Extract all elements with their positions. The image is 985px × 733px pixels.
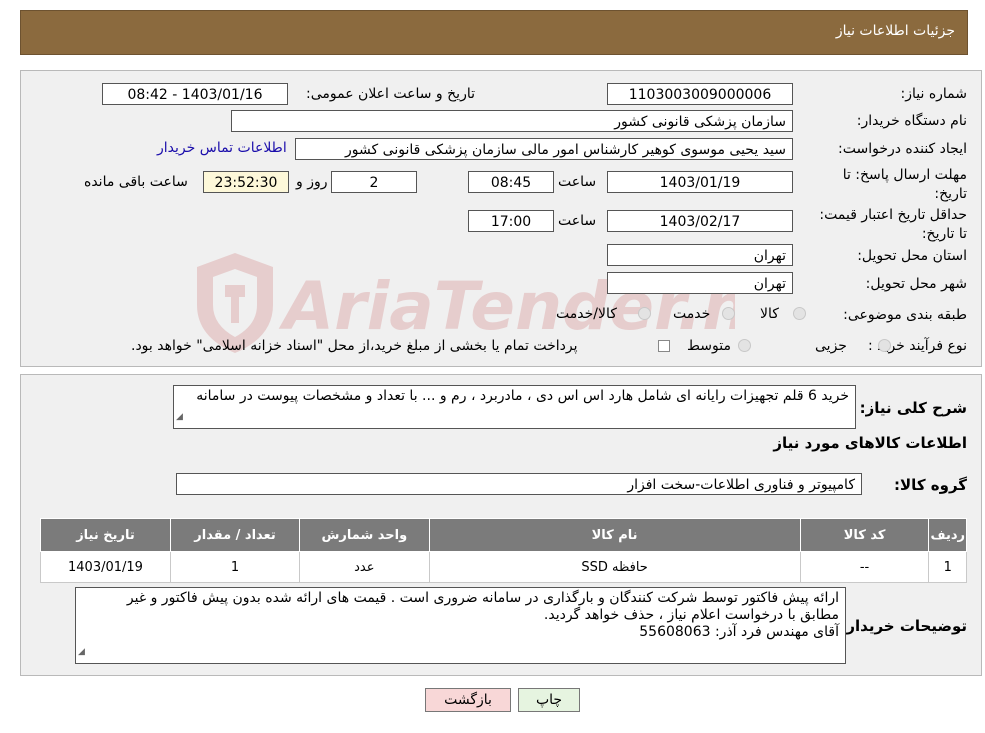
buyer-notes-line-1: ارائه پیش فاکتور توسط شرکت کنندگان و بار… xyxy=(126,590,839,606)
goods-group-label: گروه کالا: xyxy=(894,476,967,494)
category-option-goods: کالا xyxy=(760,306,779,322)
process-radio-minor[interactable] xyxy=(878,339,891,352)
announce-label: تاریخ و ساعت اعلان عمومی: xyxy=(306,86,475,102)
goods-table: ردیف کد کالا نام کالا واحد شمارش تعداد /… xyxy=(40,518,967,583)
process-radio-medium[interactable] xyxy=(738,339,751,352)
description-label: شرح کلی نیاز: xyxy=(859,399,967,417)
province-label: استان محل تحویل: xyxy=(857,248,967,264)
cell-goods-code: -- xyxy=(799,551,930,583)
category-radio-goods-service[interactable] xyxy=(638,307,651,320)
table-row: 1 -- حافظه SSD عدد 1 1403/01/19 xyxy=(40,551,967,583)
need-number-label: شماره نیاز: xyxy=(900,86,968,102)
col-row-number: ردیف xyxy=(928,518,967,552)
buyer-notes-label: توضیحات خریدار: xyxy=(840,617,967,635)
buyer-org-label: نام دستگاه خریدار: xyxy=(856,113,967,129)
cell-goods-name: حافظه SSD xyxy=(428,551,801,583)
col-need-date: تاریخ نیاز xyxy=(40,518,171,552)
process-note: پرداخت تمام یا بخشی از مبلغ خرید،از محل … xyxy=(131,338,578,354)
col-unit: واحد شمارش xyxy=(299,518,430,552)
back-button[interactable]: بازگشت xyxy=(425,688,511,712)
buyer-notes-line-2: مطابق با درخواست اعلام نیاز ، حذف خواهد … xyxy=(543,607,839,623)
cell-row-number: 1 xyxy=(928,551,967,583)
days-label: روز و xyxy=(296,174,328,190)
goods-group-field: کامپیوتر و فناوری اطلاعات-سخت افزار xyxy=(176,473,862,495)
category-option-service: خدمت xyxy=(673,306,711,322)
cell-unit: عدد xyxy=(299,551,430,583)
province-field: تهران xyxy=(607,244,793,266)
city-label: شهر محل تحویل: xyxy=(865,276,967,292)
category-option-goods-service: کالا/خدمت xyxy=(556,306,617,322)
days-field: 2 xyxy=(331,171,417,193)
buyer-org-field: سازمان پزشکی قانونی کشور xyxy=(231,110,793,132)
page-title: جزئیات اطلاعات نیاز xyxy=(835,23,955,39)
print-button[interactable]: چاپ xyxy=(518,688,580,712)
description-textarea: خرید 6 قلم تجهیزات رایانه ای شامل هارد ا… xyxy=(173,385,856,429)
resize-grip-icon[interactable]: ◢ xyxy=(176,409,183,426)
cell-need-date: 1403/01/19 xyxy=(40,551,171,583)
deadline-label: مهلت ارسال پاسخ: تا تاریخ: xyxy=(842,167,967,202)
remaining-label: ساعت باقی مانده xyxy=(84,174,188,190)
deadline-date-field: 1403/01/19 xyxy=(607,171,793,193)
announce-field: 1403/01/16 - 08:42 xyxy=(102,83,288,105)
category-radio-goods[interactable] xyxy=(793,307,806,320)
category-radio-service[interactable] xyxy=(722,307,735,320)
description-text: خرید 6 قلم تجهیزات رایانه ای شامل هارد ا… xyxy=(196,388,849,404)
col-goods-name: نام کالا xyxy=(428,518,801,552)
process-option-minor: جزیی xyxy=(815,338,847,354)
need-number-field: 1103003009000006 xyxy=(607,83,793,105)
requester-field: سید یحیی موسوی کوهیر کارشناس امور مالی س… xyxy=(295,138,793,160)
validity-label: حداقل تاریخ اعتبار قیمت: تا تاریخ: xyxy=(819,207,967,242)
page-header: جزئیات اطلاعات نیاز xyxy=(20,10,968,55)
cell-quantity: 1 xyxy=(169,551,301,583)
requester-label: ایجاد کننده درخواست: xyxy=(838,141,967,157)
col-quantity: تعداد / مقدار xyxy=(169,518,301,552)
treasury-checkbox[interactable] xyxy=(658,340,670,352)
buyer-notes-line-3: آقای مهندس فرد آذر: 55608063 xyxy=(639,624,839,640)
goods-table-header: ردیف کد کالا نام کالا واحد شمارش تعداد /… xyxy=(40,518,967,552)
remaining-time-field: 23:52:30 xyxy=(203,171,289,193)
city-field: تهران xyxy=(607,272,793,294)
deadline-time-field: 08:45 xyxy=(468,171,554,193)
category-label: طبقه بندی موضوعی: xyxy=(843,307,967,323)
col-goods-code: کد کالا xyxy=(799,518,930,552)
buyer-contact-link[interactable]: اطلاعات تماس خریدار xyxy=(157,140,287,156)
validity-time-field: 17:00 xyxy=(468,210,554,232)
buyer-notes-textarea: ارائه پیش فاکتور توسط شرکت کنندگان و بار… xyxy=(75,587,846,664)
validity-time-label: ساعت xyxy=(558,213,597,229)
process-option-medium: متوسط xyxy=(687,338,731,354)
goods-section-title: اطلاعات کالاهای مورد نیاز xyxy=(773,434,967,452)
validity-date-field: 1403/02/17 xyxy=(607,210,793,232)
resize-grip-icon[interactable]: ◢ xyxy=(78,644,85,661)
deadline-time-label: ساعت xyxy=(558,174,597,190)
